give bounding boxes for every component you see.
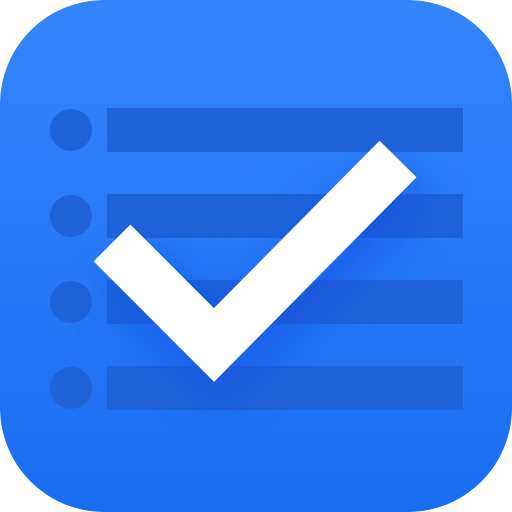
app-icon[interactable] [0, 0, 512, 512]
icon-background [0, 0, 512, 512]
list-line-4 [107, 366, 463, 410]
list-line-1 [107, 108, 463, 152]
list-bullet-3 [50, 281, 92, 323]
app-icon-graphic [0, 0, 512, 512]
list-bullet-4 [50, 367, 92, 409]
list-bullet-2 [50, 195, 92, 237]
list-bullet-1 [50, 109, 92, 151]
